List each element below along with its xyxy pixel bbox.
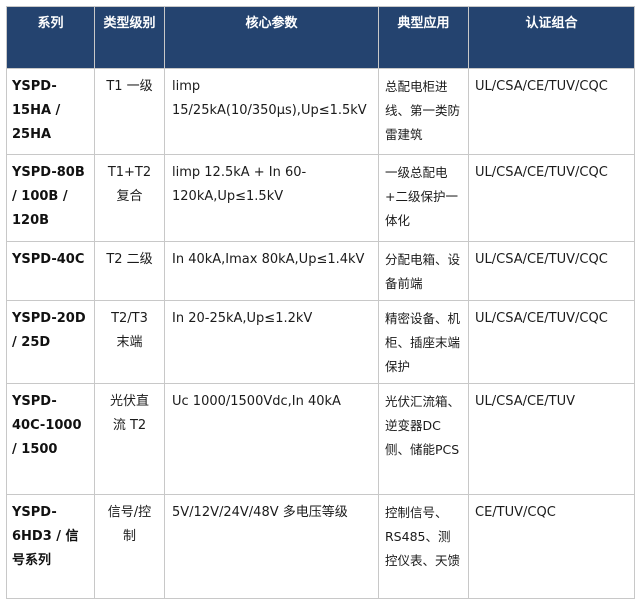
cell-app: 精密设备、机柜、插座末端保护: [378, 300, 469, 384]
cell-cert: UL/CSA/CE/TUV/CQC: [468, 241, 635, 301]
cell-cert: UL/CSA/CE/TUV: [468, 383, 635, 495]
cell-cert: UL/CSA/CE/TUV/CQC: [468, 300, 635, 384]
cell-params: limp 15/25kA(10/350μs),Up≤1.5kV: [164, 68, 379, 155]
cell-type: T1 一级: [94, 68, 165, 155]
cell-app: 光伏汇流箱、逆变器DC侧、储能PCS: [378, 383, 469, 495]
cell-type: 信号/控制: [94, 494, 165, 599]
cell-series: YSPD-6HD3 / 信号系列: [6, 494, 95, 599]
table-row: YSPD-20D / 25D T2/T3末端 In 20-25kA,Up≤1.2…: [6, 300, 635, 384]
header-params: 核心参数: [164, 6, 379, 69]
cell-series: YSPD-40C-1000 / 1500: [6, 383, 95, 495]
cell-app: 一级总配电+二级保护一体化: [378, 154, 469, 242]
cell-type: T2 二级: [94, 241, 165, 301]
cell-params: 5V/12V/24V/48V 多电压等级: [164, 494, 379, 599]
cell-cert: UL/CSA/CE/TUV/CQC: [468, 68, 635, 155]
cell-params: limp 12.5kA + In 60-120kA,Up≤1.5kV: [164, 154, 379, 242]
cell-series: YSPD-80B / 100B / 120B: [6, 154, 95, 242]
cell-params: Uc 1000/1500Vdc,In 40kA: [164, 383, 379, 495]
cell-app: 控制信号、RS485、测控仪表、天馈: [378, 494, 469, 599]
header-app: 典型应用: [378, 6, 469, 69]
cell-params: In 40kA,Imax 80kA,Up≤1.4kV: [164, 241, 379, 301]
header-cert: 认证组合: [468, 6, 635, 69]
table-row: YSPD-15HA / 25HA T1 一级 limp 15/25kA(10/3…: [6, 68, 635, 155]
cell-series: YSPD-15HA / 25HA: [6, 68, 95, 155]
table-row: YSPD-80B / 100B / 120B T1+T2复合 limp 12.5…: [6, 154, 635, 242]
cell-app: 总配电柜进线、第一类防雷建筑: [378, 68, 469, 155]
cell-type: T2/T3末端: [94, 300, 165, 384]
table-row: YSPD-6HD3 / 信号系列 信号/控制 5V/12V/24V/48V 多电…: [6, 494, 635, 599]
cell-app: 分配电箱、设备前端: [378, 241, 469, 301]
table-row: YSPD-40C-1000 / 1500 光伏直流 T2 Uc 1000/150…: [6, 383, 635, 495]
cell-params: In 20-25kA,Up≤1.2kV: [164, 300, 379, 384]
table-header-row: 系列 类型级别 核心参数 典型应用 认证组合: [6, 6, 635, 69]
cell-type: 光伏直流 T2: [94, 383, 165, 495]
cell-series: YSPD-40C: [6, 241, 95, 301]
table-row: YSPD-40C T2 二级 In 40kA,Imax 80kA,Up≤1.4k…: [6, 241, 635, 301]
header-type: 类型级别: [94, 6, 165, 69]
cell-series: YSPD-20D / 25D: [6, 300, 95, 384]
cell-cert: CE/TUV/CQC: [468, 494, 635, 599]
cell-cert: UL/CSA/CE/TUV/CQC: [468, 154, 635, 242]
header-series: 系列: [6, 6, 95, 69]
cell-type: T1+T2复合: [94, 154, 165, 242]
product-spec-table: 系列 类型级别 核心参数 典型应用 认证组合 YSPD-15HA / 25HA …: [6, 6, 635, 599]
